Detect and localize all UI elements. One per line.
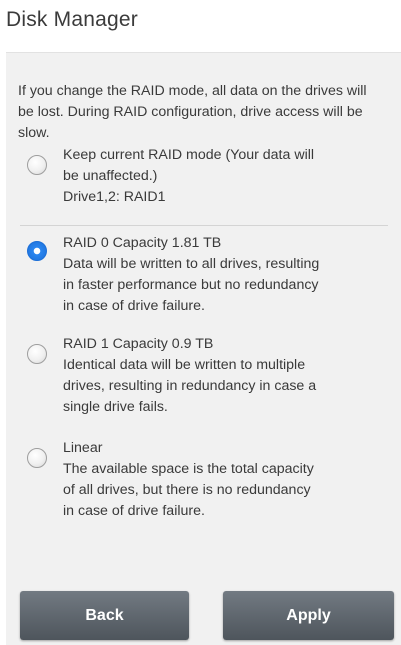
option-raid0-text: RAID 0 Capacity 1.81 TB Data will be wri… [63, 233, 388, 317]
page-title: Disk Manager [6, 8, 138, 31]
option-keep-current-text: Keep current RAID mode (Your data will b… [63, 145, 388, 208]
option-raid1-line-2: Identical data will be written to multip… [63, 357, 306, 373]
option-raid1-line-3: drives, resulting in redundancy in case … [63, 378, 317, 394]
radio-linear[interactable] [27, 448, 47, 468]
warning-text: If you change the RAID mode, all data on… [18, 83, 367, 141]
option-raid0[interactable]: RAID 0 Capacity 1.81 TB Data will be wri… [6, 233, 401, 321]
option-linear-line-1: Linear [63, 440, 103, 456]
option-raid1-line-1: RAID 1 Capacity 0.9 TB [63, 336, 214, 352]
option-keep-current-line-1: Keep current RAID mode (Your data will [63, 147, 315, 163]
option-linear-line-2: The available space is the total capacit… [63, 461, 314, 477]
option-raid1-line-4: single drive fails. [63, 399, 168, 415]
apply-button[interactable]: Apply [223, 591, 394, 640]
option-linear[interactable]: Linear The available space is the total … [6, 438, 401, 526]
option-raid0-line-2: Data will be written to all drives, resu… [63, 256, 320, 272]
option-raid1[interactable]: RAID 1 Capacity 0.9 TB Identical data wi… [6, 334, 401, 422]
option-raid1-text: RAID 1 Capacity 0.9 TB Identical data wi… [63, 334, 388, 418]
option-raid0-line-3: in faster performance but no redundancy [63, 277, 319, 293]
option-raid0-line-4: in case of drive failure. [63, 298, 205, 314]
option-keep-current-line-2: be unaffected.) [63, 168, 158, 184]
header: Disk Manager [0, 0, 401, 52]
option-linear-line-4: in case of drive failure. [63, 503, 205, 519]
option-keep-current-line-3: Drive1,2: RAID1 [63, 189, 166, 205]
radio-keep-current[interactable] [27, 155, 47, 175]
option-linear-text: Linear The available space is the total … [63, 438, 388, 522]
radio-raid0-selected[interactable] [27, 241, 47, 261]
raid-mode-panel: If you change the RAID mode, all data on… [6, 52, 401, 645]
radio-raid1[interactable] [27, 344, 47, 364]
option-keep-current[interactable]: Keep current RAID mode (Your data will b… [6, 145, 401, 223]
option-linear-line-3: of all drives, but there is no redundanc… [63, 482, 311, 498]
back-button[interactable]: Back [20, 591, 189, 640]
option-divider [20, 225, 388, 226]
disk-manager-page: Disk Manager If you change the RAID mode… [0, 0, 401, 645]
option-raid0-line-1: RAID 0 Capacity 1.81 TB [63, 235, 222, 251]
